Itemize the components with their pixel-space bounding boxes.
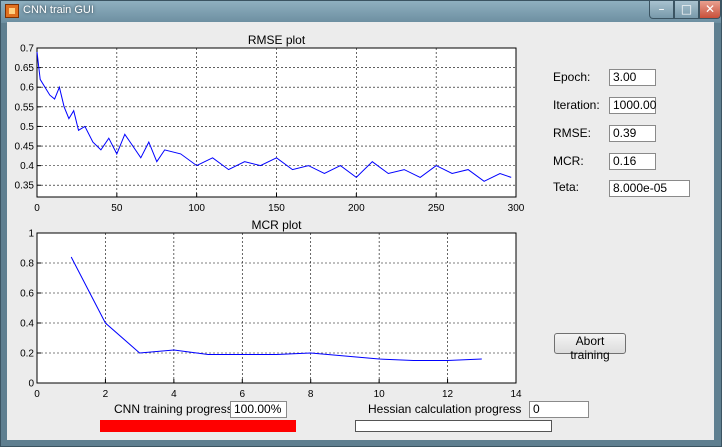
cnn-progress-label: CNN training progress: [114, 402, 233, 416]
rmse-plot-axes: 0 50 100 150 200 250 300 0.35 0.4 0.45 0.5 0.55 0.6 0…: [15, 33, 525, 214]
mcr-y-tick-label: 0.2: [20, 349, 34, 360]
abort-training-button[interactable]: Abort training: [554, 333, 626, 362]
mcr-x-tick-label: 2: [103, 389, 109, 400]
rmse-y-tick-label: 0.7: [20, 44, 34, 55]
rmse-x-tick-label: 50: [111, 203, 123, 214]
hessian-progress-field[interactable]: 0: [529, 401, 589, 418]
mcr-label: MCR:: [553, 154, 584, 168]
mcr-plot-title: MCR plot: [251, 218, 302, 232]
epoch-field[interactable]: 3.00: [609, 69, 656, 86]
rmse-plot-area: [36, 47, 517, 198]
mcr-x-tick-label: 6: [240, 389, 246, 400]
mcr-x-tick-label: 14: [510, 389, 522, 400]
rmse-y-tick-label: 0.45: [15, 142, 35, 153]
mcr-x-tick-label: 8: [308, 389, 314, 400]
mcr-y-tick-label: 0.6: [20, 289, 34, 300]
epoch-label: Epoch:: [553, 70, 591, 84]
hessian-progress-label: Hessian calculation progress: [368, 402, 522, 416]
rmse-y-tick-label: 0.55: [15, 102, 35, 113]
rmse-y-tick-label: 0.5: [20, 122, 34, 133]
rmse-y-tick-label: 0.4: [20, 161, 34, 172]
iteration-label: Iteration:: [553, 98, 600, 112]
teta-label: Teta:: [553, 180, 580, 194]
mcr-y-tick-label: 0.4: [20, 319, 34, 330]
rmse-x-tick-label: 200: [348, 203, 365, 214]
plots-canvas: 0 50 100 150 200 250 3000.350.40.450.50.550.60…: [15, 33, 525, 400]
mcr-y-tick-label: 0: [28, 379, 34, 390]
mcr-y-tick-label: 0.8: [20, 259, 34, 270]
rmse-plot-title: RMSE plot: [248, 33, 306, 47]
teta-field[interactable]: 8.000e-05: [609, 180, 690, 197]
mcr-x-tick-label: 12: [442, 389, 454, 400]
iteration-field[interactable]: 1000.00: [609, 97, 656, 114]
rmse-x-tick-label: 150: [268, 203, 285, 214]
rmse-x-tick-label: 300: [508, 203, 525, 214]
cnn-progress-field[interactable]: 100.00%: [230, 401, 287, 418]
mcr-y-tick-label: 1: [28, 229, 34, 240]
mcr-x-tick-label: 4: [171, 389, 177, 400]
mcr-x-tick-label: 0: [34, 389, 40, 400]
rmse-y-tick-label: 0.65: [15, 63, 35, 74]
hessian-progress-bar: [355, 420, 552, 432]
rmse-label: RMSE:: [553, 126, 592, 140]
rmse-x-tick-label: 250: [428, 203, 445, 214]
rmse-x-tick-label: 100: [188, 203, 205, 214]
rmse-field[interactable]: 0.39: [609, 125, 656, 142]
mcr-plot-axes: 0 2 4 6 8 10 12 14 0 0.2 0.4 0.6 0.8 1 MCR plot: [20, 218, 522, 400]
mcr-x-tick-label: 10: [374, 389, 386, 400]
rmse-y-tick-label: 0.6: [20, 83, 34, 94]
cnn-progress-bar: [100, 420, 296, 432]
mcr-field[interactable]: 0.16: [609, 153, 656, 170]
rmse-x-tick-label: 0: [34, 203, 40, 214]
rmse-y-tick-label: 0.35: [15, 181, 35, 192]
